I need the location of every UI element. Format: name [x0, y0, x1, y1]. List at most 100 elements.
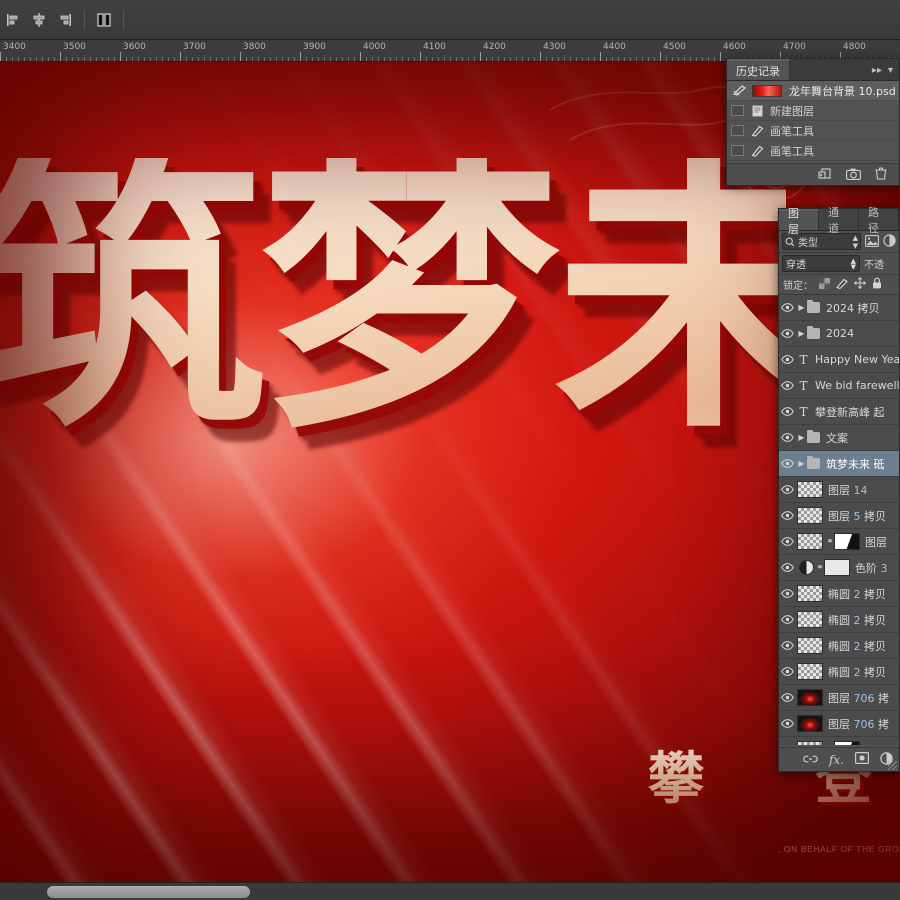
eye-icon[interactable]	[779, 615, 796, 624]
layer-style-fx-icon[interactable]: fx.	[829, 753, 844, 767]
mask-link-icon[interactable]: ⚭	[816, 563, 824, 573]
layer-mask-thumbnail[interactable]	[824, 559, 850, 576]
layer-row[interactable]: 图层 5 拷贝	[779, 503, 899, 529]
ruler-tick-minor	[78, 57, 79, 61]
eye-icon[interactable]	[779, 589, 796, 598]
eye-icon[interactable]	[779, 667, 796, 676]
updown-arrows-icon[interactable]: ▲ ▼	[853, 234, 858, 250]
double-chevron-right-icon[interactable]: ▸▸	[872, 65, 882, 76]
layer-thumbnail[interactable]	[797, 689, 823, 706]
layer-row[interactable]: T We bid farewell	[779, 373, 899, 399]
ruler-tick-minor	[456, 57, 457, 61]
ruler-tick-minor	[396, 57, 397, 61]
horizontal-scrollbar[interactable]	[0, 882, 900, 900]
layer-thumbnail[interactable]	[797, 507, 823, 524]
lock-image-pixels-icon[interactable]	[836, 278, 848, 292]
eye-icon[interactable]	[779, 641, 796, 650]
layer-mask-thumbnail[interactable]	[834, 741, 860, 745]
lock-transparent-pixels-icon[interactable]	[819, 277, 830, 292]
horizontal-scrollbar-thumb[interactable]	[47, 886, 250, 898]
eye-icon[interactable]	[779, 303, 796, 312]
eye-icon[interactable]	[779, 329, 796, 338]
layer-row[interactable]: 图层 706 拷	[779, 711, 899, 737]
history-brush-icon[interactable]	[731, 85, 748, 96]
eye-icon[interactable]	[779, 511, 796, 520]
eye-icon[interactable]	[779, 719, 796, 728]
layer-list[interactable]: ▶ 2024 拷贝 ▶ 2024 T Happy New Yea T We bid farew…	[779, 295, 899, 745]
new-document-from-state-icon[interactable]	[818, 165, 832, 184]
eye-icon[interactable]	[779, 355, 796, 364]
align-left-edges-icon[interactable]	[0, 7, 26, 33]
mask-link-icon[interactable]: ⚭	[826, 537, 834, 547]
layer-thumbnail[interactable]	[797, 481, 823, 498]
blend-mode-select[interactable]: 穿透 ▲ ▼	[782, 255, 860, 272]
layer-row-selected[interactable]: ▶ 筑梦未来 砥	[779, 451, 899, 477]
history-state-row[interactable]: 画笔工具	[727, 121, 899, 141]
layer-row[interactable]: ▶ 2024	[779, 321, 899, 347]
layer-row[interactable]: ▶ 2024 拷贝	[779, 295, 899, 321]
tab-layers[interactable]: 图层	[779, 207, 819, 236]
mask-link-icon[interactable]: ⚭	[826, 745, 834, 746]
create-snapshot-icon[interactable]	[846, 165, 861, 184]
layer-row[interactable]: 椭圆 2 拷贝	[779, 633, 899, 659]
tab-channels[interactable]: 通道	[819, 206, 859, 235]
chevron-right-icon[interactable]: ▶	[796, 459, 807, 468]
align-right-edges-icon[interactable]	[52, 7, 78, 33]
layer-row[interactable]: ⚭ 图层	[779, 529, 899, 555]
history-state-checkbox[interactable]	[731, 125, 744, 136]
layer-row[interactable]: ▶ 文案	[779, 425, 899, 451]
eye-icon[interactable]	[779, 485, 796, 494]
panel-resize-grip[interactable]	[888, 761, 897, 770]
lock-position-icon[interactable]	[854, 277, 866, 292]
tab-paths[interactable]: 路径	[859, 206, 899, 235]
layer-thumbnail[interactable]	[797, 533, 823, 550]
link-layers-icon[interactable]	[803, 753, 818, 767]
layer-mask-thumbnail[interactable]	[834, 533, 860, 550]
history-state-checkbox[interactable]	[731, 105, 744, 116]
delete-state-icon[interactable]	[875, 165, 887, 184]
history-state-checkbox[interactable]	[731, 145, 744, 156]
eye-icon[interactable]	[779, 407, 796, 416]
eye-icon[interactable]	[779, 459, 796, 468]
layer-row[interactable]: 图层 706 拷	[779, 685, 899, 711]
tab-history[interactable]: 历史记录	[727, 59, 790, 80]
history-state-row[interactable]: 画笔工具	[727, 141, 899, 161]
history-snapshot-row[interactable]: 龙年舞台背景 10.psd	[727, 81, 899, 101]
ruler-tick-minor	[402, 57, 403, 61]
lock-all-icon[interactable]	[872, 277, 882, 292]
updown-arrows-icon[interactable]: ▲ ▼	[851, 257, 856, 270]
add-layer-mask-icon[interactable]	[855, 752, 870, 767]
eye-icon[interactable]	[779, 563, 796, 572]
layer-row[interactable]: 椭圆 2 拷贝	[779, 607, 899, 633]
folder-icon	[807, 430, 820, 443]
layer-thumbnail[interactable]	[797, 585, 823, 602]
layer-row[interactable]: T Happy New Yea	[779, 347, 899, 373]
distribute-icon[interactable]	[91, 7, 117, 33]
layer-thumbnail[interactable]	[797, 611, 823, 628]
layer-row[interactable]: 椭圆 2 拷贝	[779, 659, 899, 685]
layer-thumbnail[interactable]	[797, 637, 823, 654]
chevron-right-icon[interactable]: ▶	[796, 303, 807, 312]
layer-thumbnail[interactable]	[797, 741, 823, 745]
eye-icon[interactable]	[779, 381, 796, 390]
history-state-row[interactable]: 新建图层	[727, 101, 899, 121]
layer-name-number: 14	[853, 483, 868, 497]
chevron-right-icon[interactable]: ▶	[796, 329, 807, 338]
ruler-tick-minor	[450, 57, 451, 61]
layer-thumbnail[interactable]	[797, 663, 823, 680]
panel-menu-icon[interactable]: ▾	[888, 65, 893, 76]
layer-row[interactable]: ⚭ 色阶 3	[779, 555, 899, 581]
layer-name: 图层 706 拷	[828, 717, 889, 731]
layer-row[interactable]: 图层 14	[779, 477, 899, 503]
align-horizontal-centers-icon[interactable]	[26, 7, 52, 33]
layer-row[interactable]: ⚭龙	[779, 737, 899, 745]
chevron-right-icon[interactable]: ▶	[796, 433, 807, 442]
ruler-tick-minor	[498, 57, 499, 61]
layer-row[interactable]: 椭圆 2 拷贝	[779, 581, 899, 607]
eye-icon[interactable]	[779, 537, 796, 546]
eye-icon[interactable]	[779, 433, 796, 442]
layer-row[interactable]: T 攀登新高峰 起	[779, 399, 899, 425]
blend-mode-value: 穿透	[786, 260, 806, 271]
eye-icon[interactable]	[779, 693, 796, 702]
layer-thumbnail[interactable]	[797, 715, 823, 732]
